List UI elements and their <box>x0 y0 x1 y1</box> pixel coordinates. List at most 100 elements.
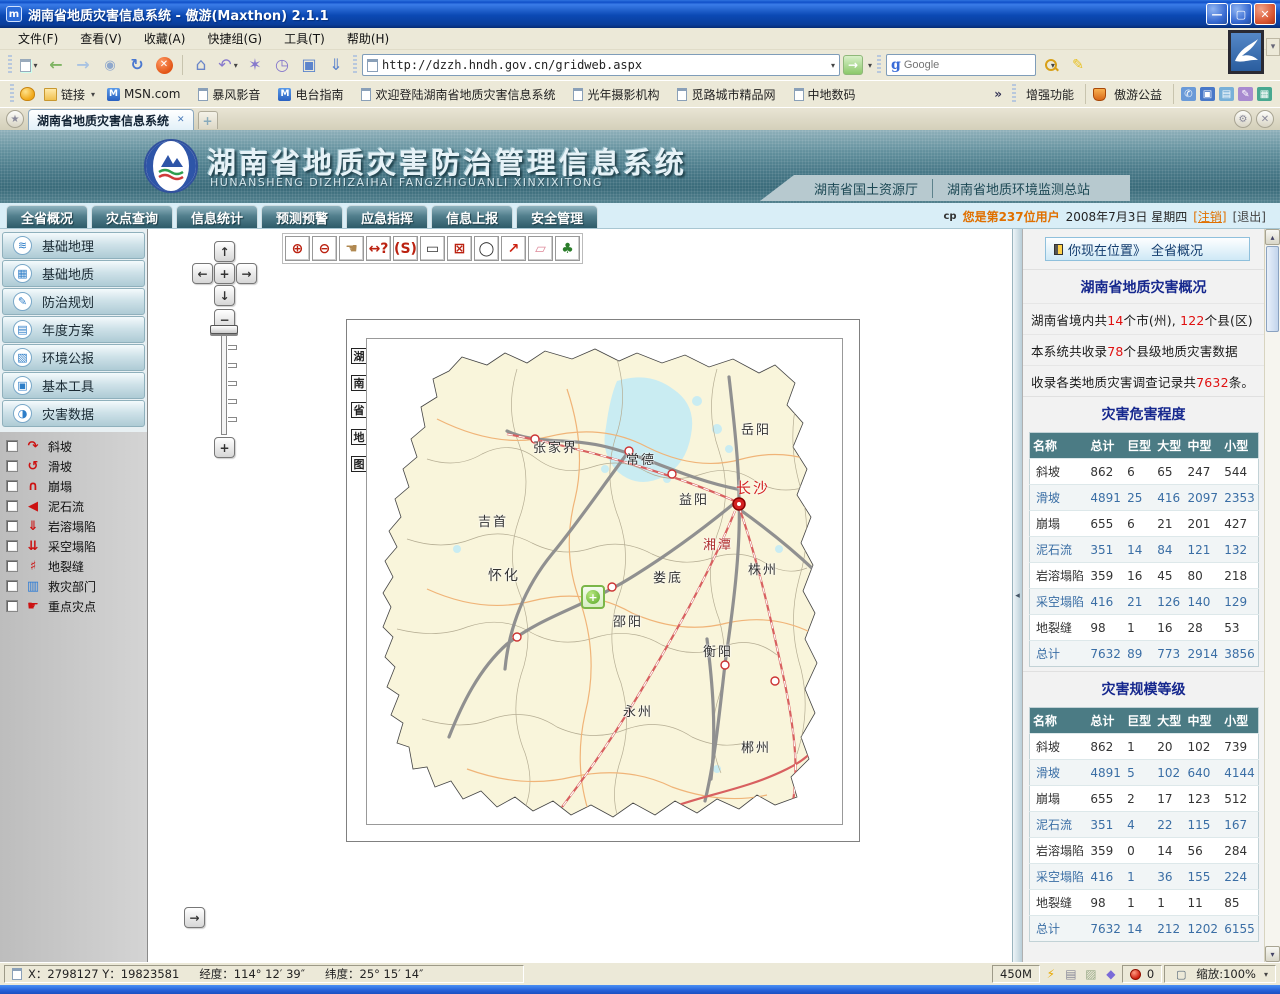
map-tool-button[interactable]: ⊖ <box>312 236 337 261</box>
map-tool-button[interactable]: ↔? <box>366 236 391 261</box>
map-canvas[interactable]: 张家界常德岳阳益阳长沙吉首湘潭株州怀化娄底邵阳衡阳永州郴州 + <box>366 338 843 825</box>
back-button[interactable]: ← <box>44 53 68 77</box>
map-tool-button[interactable]: ⊕ <box>285 236 310 261</box>
undo-button[interactable]: ↶▾ <box>216 53 240 77</box>
nav-tab[interactable]: 信息上报 <box>431 205 513 228</box>
zoom-control[interactable]: ▢ 缩放:100% ▾ <box>1164 965 1276 983</box>
layer-row[interactable]: ☛ 重点灾点 <box>6 596 147 616</box>
layer-row[interactable]: ♯ 地裂缝 <box>6 556 147 576</box>
map-zoom-overlay-button[interactable]: + <box>581 585 605 609</box>
banner-link[interactable]: 湖南省地质环境监测总站 <box>932 179 1104 198</box>
map-tool-button[interactable]: ⊠ <box>447 236 472 261</box>
chevron-down-icon[interactable]: ▾ <box>33 61 37 70</box>
menu-item[interactable]: 快捷组(G) <box>197 28 272 49</box>
link-item[interactable]: 中地数码 <box>789 84 867 105</box>
layer-checkbox[interactable] <box>6 440 18 452</box>
close-tabs-button[interactable]: ✕ <box>1256 110 1274 128</box>
browser-window-icon[interactable]: ▣ <box>1200 87 1215 101</box>
notepad-icon[interactable]: ▤ <box>1219 87 1234 101</box>
toolbar-overflow-chevron[interactable]: ▾ <box>1266 38 1280 56</box>
sidebar-group-button[interactable]: ▤ 年度方案 <box>2 316 145 343</box>
link-item[interactable]: 暴风影音 <box>193 84 271 105</box>
link-item[interactable]: 电台指南 <box>273 84 354 105</box>
toolbar-grip[interactable] <box>8 55 12 75</box>
menu-item[interactable]: 收藏(A) <box>134 28 196 49</box>
layer-checkbox[interactable] <box>6 540 18 552</box>
minimize-button[interactable]: — <box>1206 3 1228 25</box>
chevron-down-icon[interactable]: ▾ <box>234 61 238 70</box>
forward-button[interactable]: → <box>71 53 95 77</box>
content-filter-icon[interactable]: ◆ <box>1102 967 1120 981</box>
settings-wrench-button[interactable]: ⚙ <box>1234 110 1252 128</box>
nav-tab[interactable]: 应急指挥 <box>346 205 428 228</box>
exit-link[interactable]: [退出] <box>1233 208 1266 225</box>
nav-tab[interactable]: 预测预警 <box>261 205 343 228</box>
map-tool-button[interactable]: ☚ <box>339 236 364 261</box>
toolbar-grip[interactable] <box>353 55 357 75</box>
maxthon-charity-button[interactable]: 傲游公益 <box>1110 86 1166 103</box>
layer-row[interactable]: ↷ 斜坡 <box>6 436 147 456</box>
new-tab-button[interactable]: + <box>198 111 218 129</box>
zoom-slider-handle[interactable] <box>210 325 238 334</box>
new-window-icon[interactable]: ▨ <box>1082 967 1100 981</box>
banner-link[interactable]: 湖南省国土资源厅 <box>800 179 932 198</box>
menu-item[interactable]: 帮助(H) <box>337 28 399 49</box>
favorites-heart-icon[interactable] <box>20 87 35 101</box>
boost-bolt-icon[interactable]: ⚡ <box>1042 967 1060 981</box>
menu-item[interactable]: 文件(F) <box>8 28 68 49</box>
layer-row[interactable]: ⇊ 采空塌陷 <box>6 536 147 556</box>
layer-checkbox[interactable] <box>6 520 18 532</box>
layer-checkbox[interactable] <box>6 560 18 572</box>
popup-blocker-icon[interactable]: ▤ <box>1062 967 1080 981</box>
link-item[interactable]: 链接▾ <box>39 84 100 105</box>
layer-row[interactable]: ◀ 泥石流 <box>6 496 147 516</box>
nav-tab[interactable]: 全省概况 <box>6 205 88 228</box>
highlight-button[interactable]: ✎ <box>1066 53 1090 77</box>
pens-icon[interactable]: ✎ <box>1238 87 1253 101</box>
pan-down-button[interactable]: ↓ <box>214 285 235 306</box>
sidebar-group-button[interactable]: ✎ 防治规划 <box>2 288 145 315</box>
layer-checkbox[interactable] <box>6 480 18 492</box>
restore-button[interactable]: ▢ <box>1230 3 1252 25</box>
sidebar-group-button[interactable]: ◑ 灾害数据 <box>2 400 145 427</box>
nav-tab[interactable]: 信息统计 <box>176 205 258 228</box>
layer-row[interactable]: ⇓ 岩溶塌陷 <box>6 516 147 536</box>
menu-item[interactable]: 查看(V) <box>70 28 132 49</box>
skins-cube-icon[interactable]: ▦ <box>1257 87 1272 101</box>
magic-fill-button[interactable]: ✶ <box>243 53 267 77</box>
zoom-slider-track[interactable] <box>221 331 227 435</box>
search-box[interactable]: g ▾ <box>886 54 1036 76</box>
zoom-dropdown-icon[interactable]: ▾ <box>1264 970 1268 979</box>
scroll-up-button[interactable]: ▴ <box>1265 229 1280 245</box>
link-item[interactable]: MSN.com <box>102 84 191 105</box>
links-overflow-button[interactable]: » <box>990 87 1006 101</box>
home-button[interactable]: ⌂ <box>189 53 213 77</box>
layer-checkbox[interactable] <box>6 600 18 612</box>
panel-splitter[interactable]: ◂ <box>1012 229 1022 962</box>
download-button[interactable]: ⇓ <box>324 53 348 77</box>
layer-row[interactable]: ↺ 滑坡 <box>6 456 147 476</box>
layer-checkbox[interactable] <box>6 500 18 512</box>
history-button[interactable]: ◷ <box>270 53 294 77</box>
enhance-features-button[interactable]: 增强功能 <box>1022 86 1078 103</box>
page-scrollbar[interactable]: ▴ ▾ <box>1264 229 1280 962</box>
map-tool-button[interactable]: ▱ <box>528 236 553 261</box>
refresh-button[interactable]: ↻ <box>125 53 149 77</box>
window-list-button[interactable]: ▣ <box>297 53 321 77</box>
link-item[interactable]: 欢迎登陆湖南省地质灾害信息系统 <box>356 84 566 105</box>
favorites-star-button[interactable]: ★ <box>6 110 24 128</box>
link-item[interactable]: 光年摄影机构 <box>568 84 670 105</box>
search-input[interactable] <box>904 59 1046 71</box>
pan-center-button[interactable]: + <box>214 263 235 284</box>
pan-right-button[interactable]: → <box>236 263 257 284</box>
map-tool-button[interactable]: ♣ <box>555 236 580 261</box>
logout-link[interactable]: [注销] <box>1193 208 1226 225</box>
zoom-in-step-button[interactable]: + <box>214 437 235 458</box>
pan-left-button[interactable]: ← <box>192 263 213 284</box>
layer-checkbox[interactable] <box>6 460 18 472</box>
toolbar-grip[interactable] <box>877 55 881 75</box>
address-bar[interactable]: ▾ <box>362 54 840 76</box>
tab-active[interactable]: 湖南省地质灾害信息系统 ✕ <box>28 109 194 130</box>
pan-up-button[interactable]: ↑ <box>214 241 235 262</box>
history-dropdown-button[interactable]: ◉ <box>98 53 122 77</box>
